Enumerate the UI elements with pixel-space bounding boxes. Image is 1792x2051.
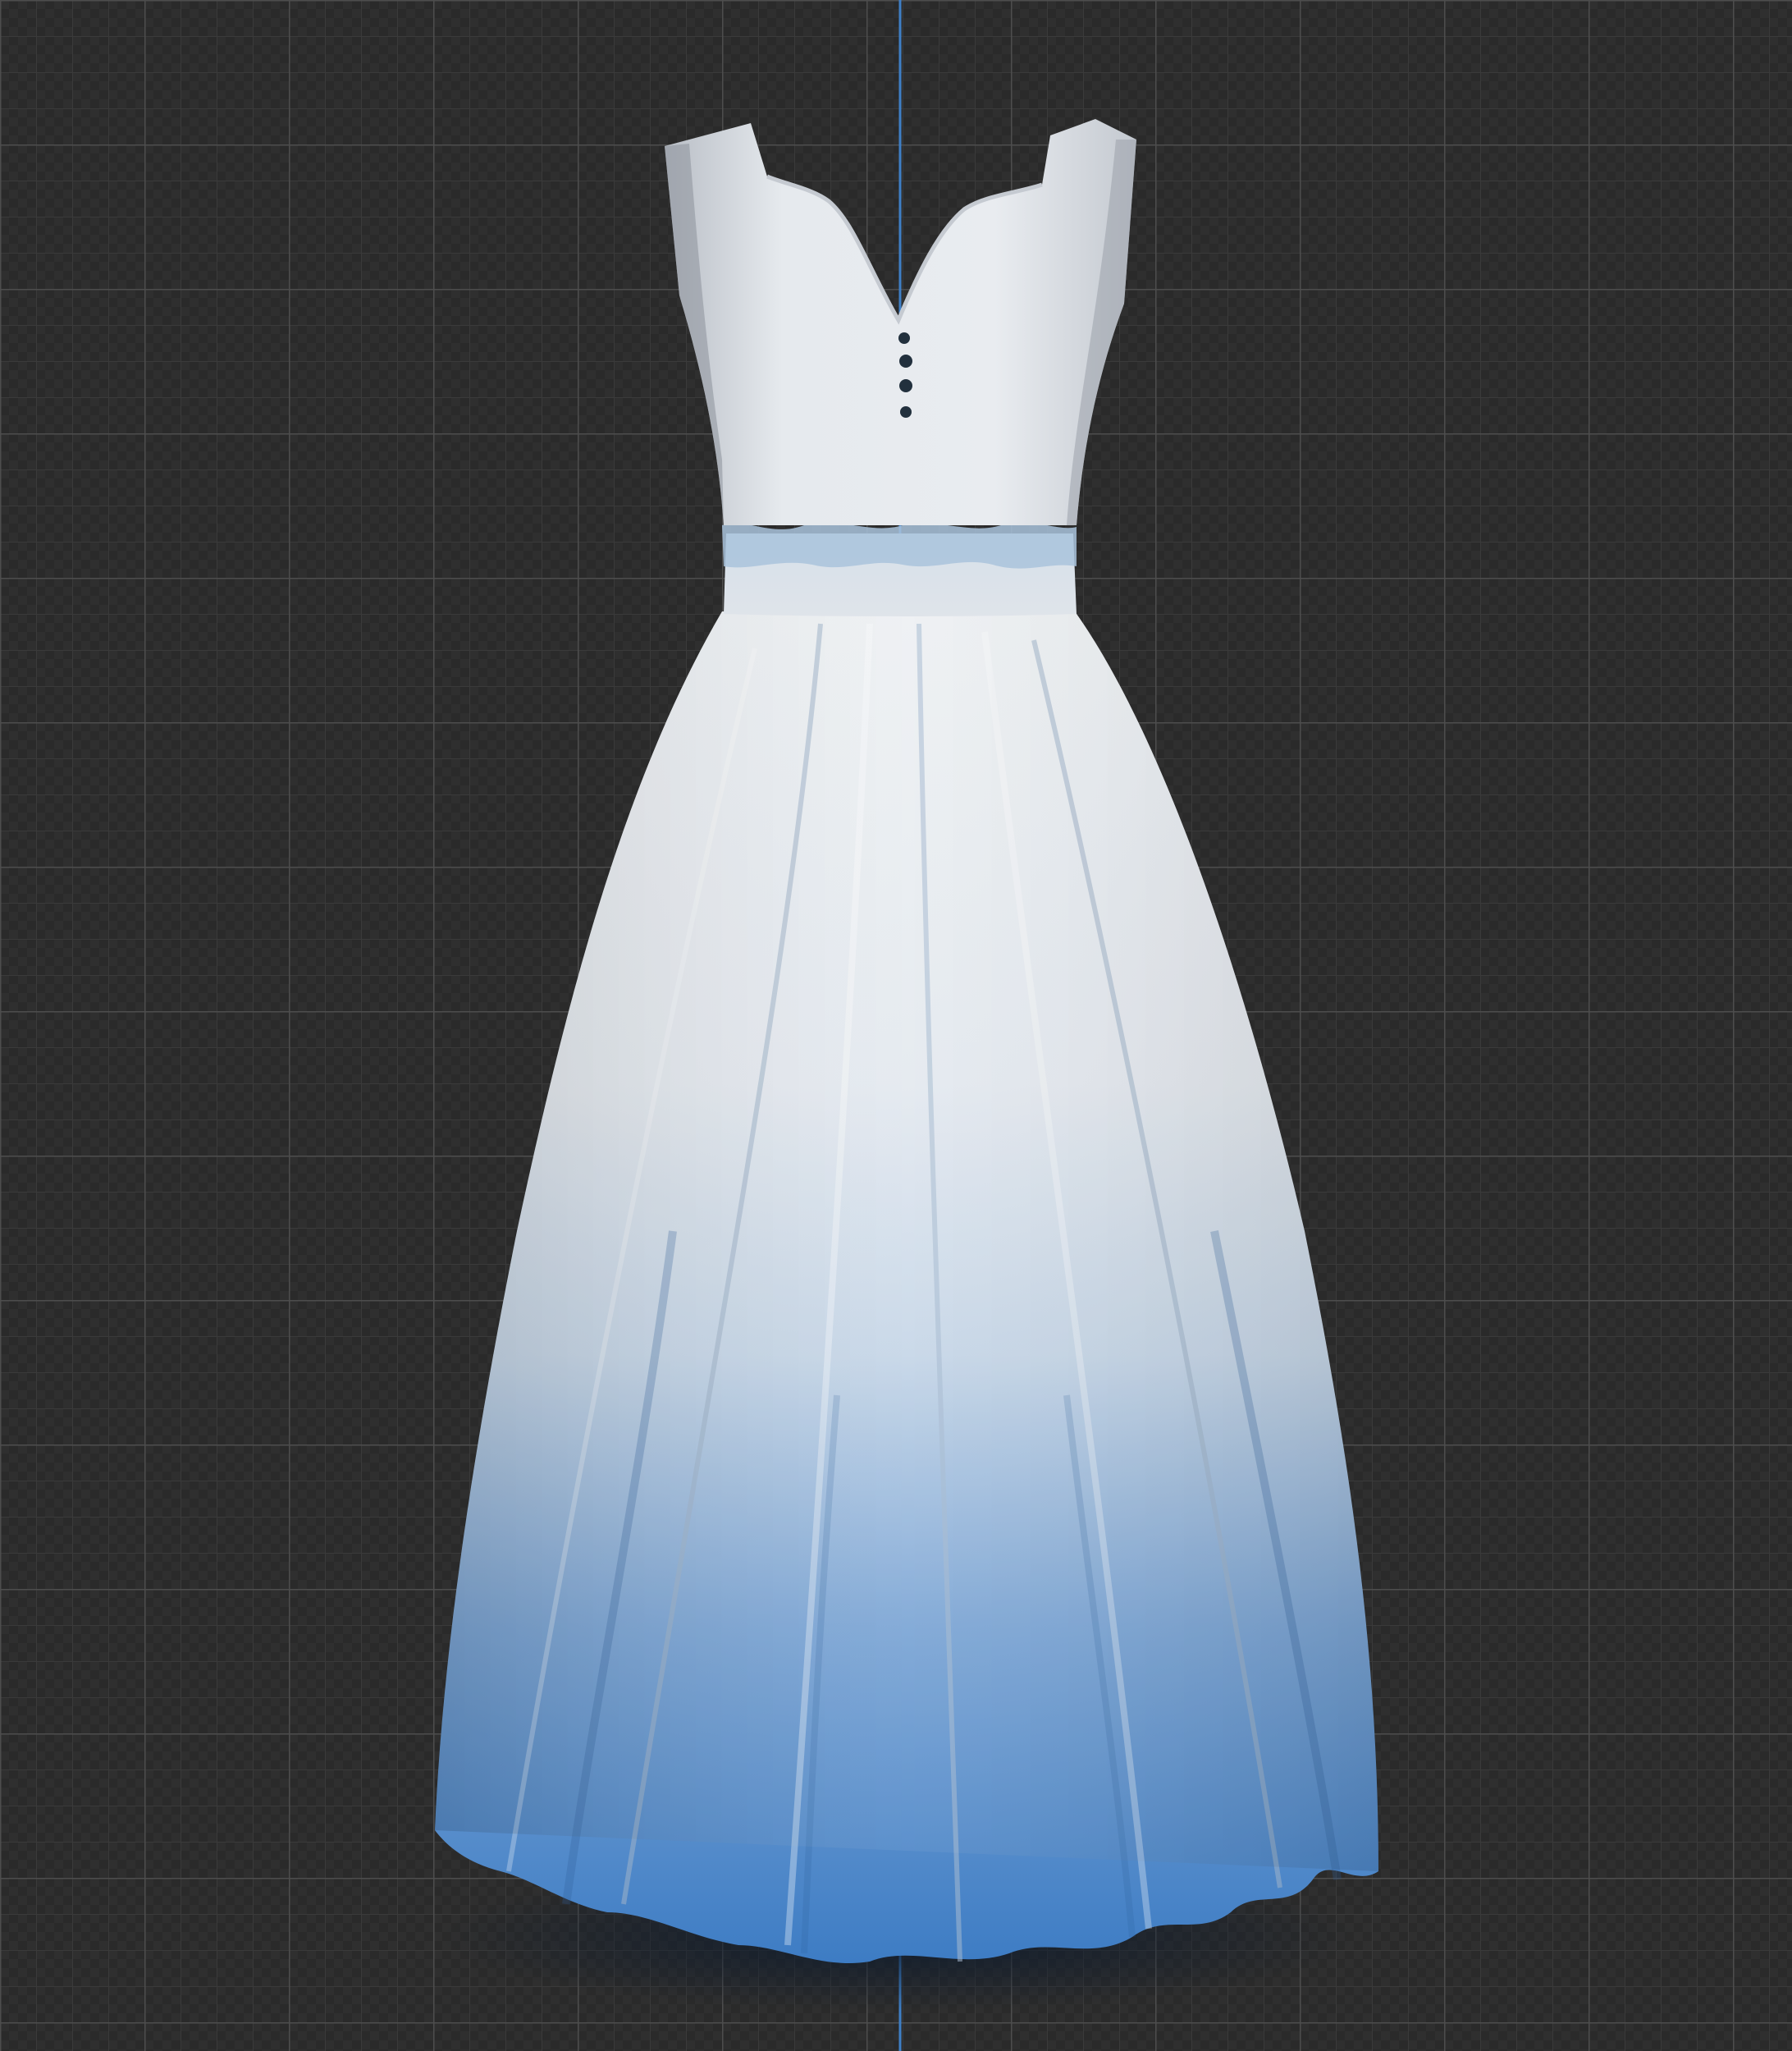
button bbox=[898, 332, 910, 344]
3d-viewport[interactable] bbox=[0, 0, 1792, 2051]
viewport-canvas[interactable] bbox=[0, 0, 1792, 2051]
button bbox=[899, 355, 912, 368]
button bbox=[899, 379, 912, 392]
button bbox=[900, 406, 912, 418]
waist-trim bbox=[722, 522, 1077, 569]
